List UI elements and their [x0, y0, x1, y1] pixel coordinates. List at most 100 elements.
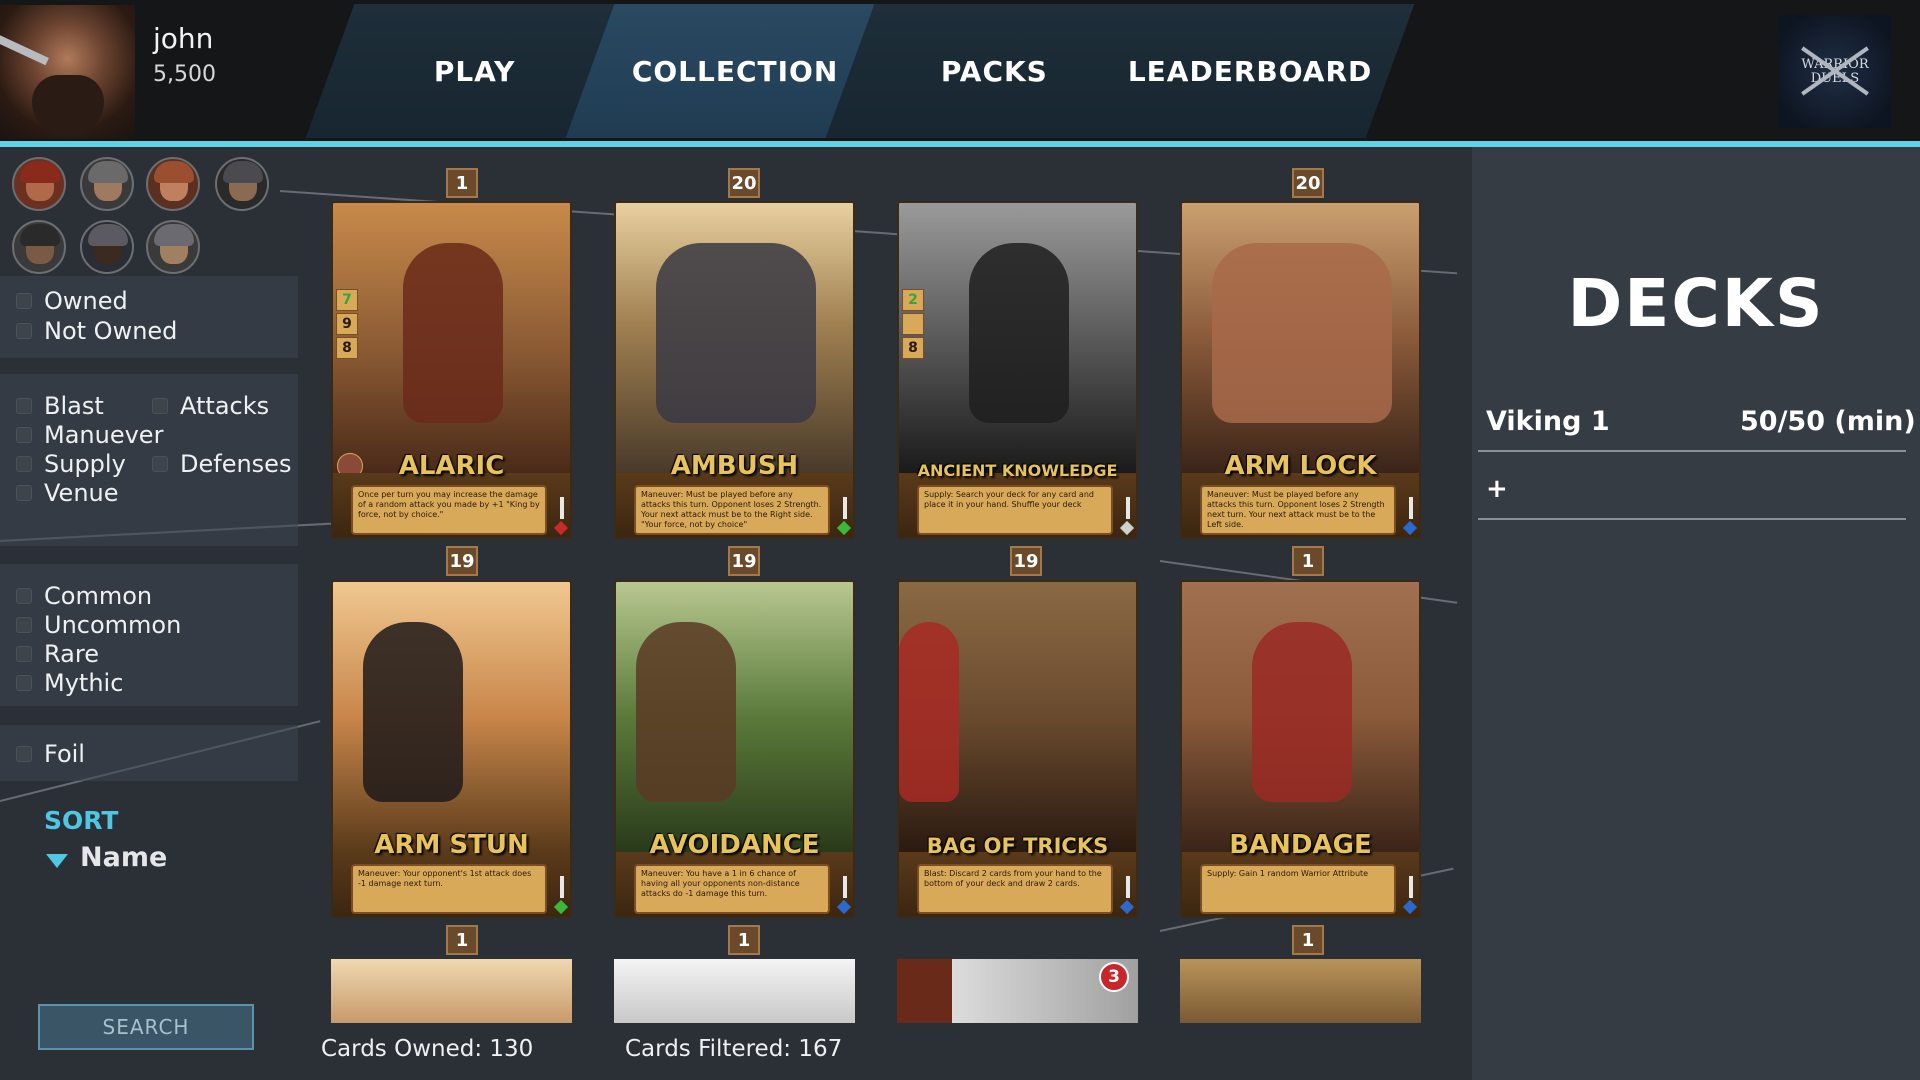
card-description: Blast: Discard 2 cards from your hand to…	[917, 864, 1113, 914]
card-ambush[interactable]: AMBUSH Maneuver: Must be played before a…	[614, 201, 855, 539]
game-logo: WARRIOR DUELS	[1779, 15, 1891, 128]
sword-icon	[560, 876, 564, 898]
filter-venue[interactable]: Venue	[16, 479, 119, 507]
hero-portrait-filter[interactable]	[80, 220, 134, 274]
sword-icon	[1409, 876, 1413, 898]
card-ancient-knowledge[interactable]: 2 8 ANCIENT KNOWLEDGE Supply: Search you…	[897, 201, 1138, 539]
sword-icon	[843, 876, 847, 898]
checkbox[interactable]	[16, 456, 32, 472]
card-description: Maneuver: Must be played before any atta…	[634, 485, 830, 535]
username: john	[153, 22, 214, 55]
hero-portrait-filter[interactable]	[12, 157, 66, 211]
card-bag-of-tricks[interactable]: BAG OF TRICKS Blast: Discard 2 cards fro…	[897, 580, 1138, 918]
filter-foil[interactable]: Foil	[16, 740, 85, 768]
card-arm-stun[interactable]: ARM STUN Maneuver: Your opponent's 1st a…	[331, 580, 572, 918]
card-count-badge: 19	[1010, 546, 1042, 576]
deck-item-count: 50/50 (min)	[1740, 406, 1916, 437]
card-count-badge: 1	[1292, 925, 1324, 955]
card-stat	[902, 313, 924, 335]
card-count-badge: 19	[446, 546, 478, 576]
hero-portrait-filter[interactable]	[215, 157, 269, 211]
filter-attacks[interactable]: Attacks	[152, 392, 269, 420]
filter-not-owned[interactable]: Not Owned	[16, 317, 177, 345]
filter-owned[interactable]: Owned	[16, 287, 128, 315]
card-description: Supply: Gain 1 random Warrior Attribute	[1200, 864, 1396, 914]
card-count-badge: 20	[728, 168, 760, 198]
checkbox[interactable]	[16, 675, 32, 691]
filter-manuever[interactable]: Manuever	[16, 421, 163, 449]
sword-icon	[1126, 876, 1130, 898]
tab-leaderboard[interactable]: LEADERBOARD	[1085, 4, 1415, 138]
card-arm-lock[interactable]: ARM LOCK Maneuver: Must be played before…	[1180, 201, 1421, 539]
sword-icon	[560, 497, 564, 519]
sword-icon	[0, 32, 49, 66]
card-description: Maneuver: Your opponent's 1st attack doe…	[351, 864, 547, 914]
player-avatar[interactable]	[0, 5, 135, 139]
card-partial[interactable]	[1180, 959, 1421, 1023]
cards-filtered-count: Cards Filtered: 167	[625, 1036, 843, 1062]
coin-balance: 5,500	[153, 62, 216, 87]
card-alaric[interactable]: 7 9 8 ALARIC Once per turn you may incre…	[331, 201, 572, 539]
checkbox[interactable]	[16, 617, 32, 633]
card-art	[1182, 582, 1419, 852]
card-count-badge: 1	[446, 925, 478, 955]
card-stat: 8	[902, 337, 924, 359]
tab-collection-label: COLLECTION	[631, 54, 839, 88]
card-art	[899, 203, 1136, 473]
checkbox[interactable]	[16, 646, 32, 662]
sort-heading: SORT	[44, 806, 119, 835]
filter-blast[interactable]: Blast	[16, 392, 104, 420]
card-count-badge: 20	[1292, 168, 1324, 198]
hero-portrait-filter[interactable]	[80, 157, 134, 211]
warrior-portrait-icon	[32, 75, 104, 137]
card-art	[899, 582, 1136, 852]
card-art	[333, 203, 570, 473]
checkbox[interactable]	[16, 485, 32, 501]
sort-field[interactable]: Name	[80, 842, 167, 873]
sword-icon	[1126, 497, 1130, 519]
card-stat: 8	[336, 337, 358, 359]
filter-supply[interactable]: Supply	[16, 450, 126, 478]
card-count-badge: 1	[728, 925, 760, 955]
filter-defenses[interactable]: Defenses	[152, 450, 291, 478]
card-stat: 9	[336, 313, 358, 335]
notification-badge: 3	[1099, 962, 1129, 992]
card-description: Maneuver: Must be played before any atta…	[1200, 485, 1396, 535]
card-description: Supply: Search your deck for any card an…	[917, 485, 1113, 535]
card-partial[interactable]	[331, 959, 572, 1023]
search-button[interactable]: SEARCH	[38, 1004, 254, 1050]
card-title: AVOIDANCE	[649, 830, 820, 860]
checkbox[interactable]	[152, 456, 168, 472]
checkbox[interactable]	[16, 293, 32, 309]
card-title: ANCIENT KNOWLEDGE	[917, 461, 1118, 480]
card-title: AMBUSH	[670, 451, 799, 481]
card-count-badge: 1	[1292, 546, 1324, 576]
deck-item-name[interactable]: Viking 1	[1486, 406, 1610, 437]
filter-common[interactable]: Common	[16, 582, 152, 610]
checkbox[interactable]	[16, 398, 32, 414]
card-art	[1182, 203, 1419, 473]
hero-portrait-filter[interactable]	[146, 157, 200, 211]
checkbox[interactable]	[16, 427, 32, 443]
tab-leaderboard-label: LEADERBOARD	[1127, 54, 1373, 88]
checkbox[interactable]	[16, 323, 32, 339]
hero-portrait-filter[interactable]	[146, 220, 200, 274]
filter-uncommon[interactable]: Uncommon	[16, 611, 181, 639]
card-bandage[interactable]: BANDAGE Supply: Gain 1 random Warrior At…	[1180, 580, 1421, 918]
checkbox[interactable]	[16, 746, 32, 762]
checkbox[interactable]	[16, 588, 32, 604]
card-title: ALARIC	[398, 451, 505, 481]
filter-rare[interactable]: Rare	[16, 640, 99, 668]
card-title: ARM STUN	[374, 830, 529, 860]
card-partial[interactable]	[614, 959, 855, 1023]
add-deck-button[interactable]: +	[1486, 474, 1508, 504]
card-avoidance[interactable]: AVOIDANCE Maneuver: You have a 1 in 6 ch…	[614, 580, 855, 918]
tab-packs-label: PACKS	[941, 54, 1049, 88]
card-description: Once per turn you may increase the damag…	[351, 485, 547, 535]
hero-portrait-filter[interactable]	[12, 220, 66, 274]
checkbox[interactable]	[152, 398, 168, 414]
sort-direction-icon[interactable]	[46, 854, 68, 868]
card-stat: 2	[902, 289, 924, 311]
filter-mythic[interactable]: Mythic	[16, 669, 123, 697]
card-title: BAG OF TRICKS	[926, 834, 1109, 858]
